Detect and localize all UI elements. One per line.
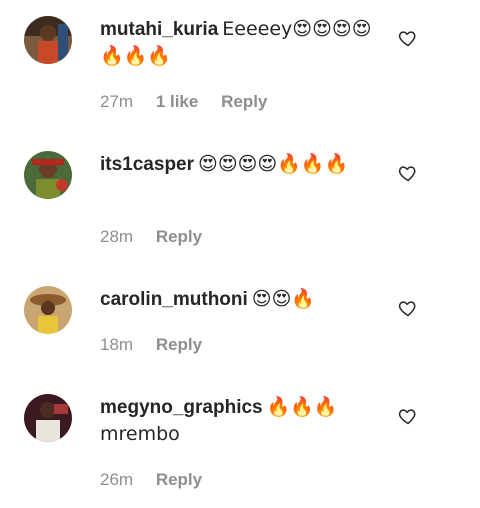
comment-text: 😍😍🔥: [251, 288, 316, 310]
avatar[interactable]: [24, 151, 72, 199]
comment-timestamp: 27m: [100, 92, 134, 111]
avatar[interactable]: [24, 286, 72, 334]
comment-item: megyno_graphics 🔥🔥🔥 mrembo 26m Reply: [0, 370, 480, 508]
comment-likes-count[interactable]: 1 like: [156, 92, 199, 111]
avatar[interactable]: [24, 394, 72, 442]
comment-username[interactable]: megyno_graphics: [100, 397, 263, 418]
comment-timestamp: 26m: [100, 470, 134, 489]
comment-item: mutahi_kuria Eeeeey😍😍😍😍🔥🔥🔥 27m 1 like Rep…: [0, 0, 480, 130]
comment-username[interactable]: its1casper: [100, 154, 194, 175]
comment-username[interactable]: mutahi_kuria: [100, 19, 218, 40]
reply-button[interactable]: Reply: [156, 335, 202, 354]
reply-button[interactable]: Reply: [156, 227, 202, 246]
comment-timestamp: 28m: [100, 227, 134, 246]
comment-username[interactable]: carolin_muthoni: [100, 289, 248, 310]
heart-outline-icon[interactable]: [398, 163, 418, 183]
comment-text: 😍😍😍😍🔥🔥🔥: [198, 153, 349, 175]
reply-button[interactable]: Reply: [221, 92, 267, 111]
comment-timestamp: 18m: [100, 335, 134, 354]
comment-item: its1casper 😍😍😍😍🔥🔥🔥 28m Reply: [0, 130, 480, 260]
heart-outline-icon[interactable]: [398, 28, 418, 48]
comment-item: carolin_muthoni 😍😍🔥 18m Reply: [0, 260, 480, 370]
avatar[interactable]: [24, 16, 72, 64]
heart-outline-icon[interactable]: [398, 406, 418, 426]
reply-button[interactable]: Reply: [156, 470, 202, 489]
heart-outline-icon[interactable]: [398, 298, 418, 318]
